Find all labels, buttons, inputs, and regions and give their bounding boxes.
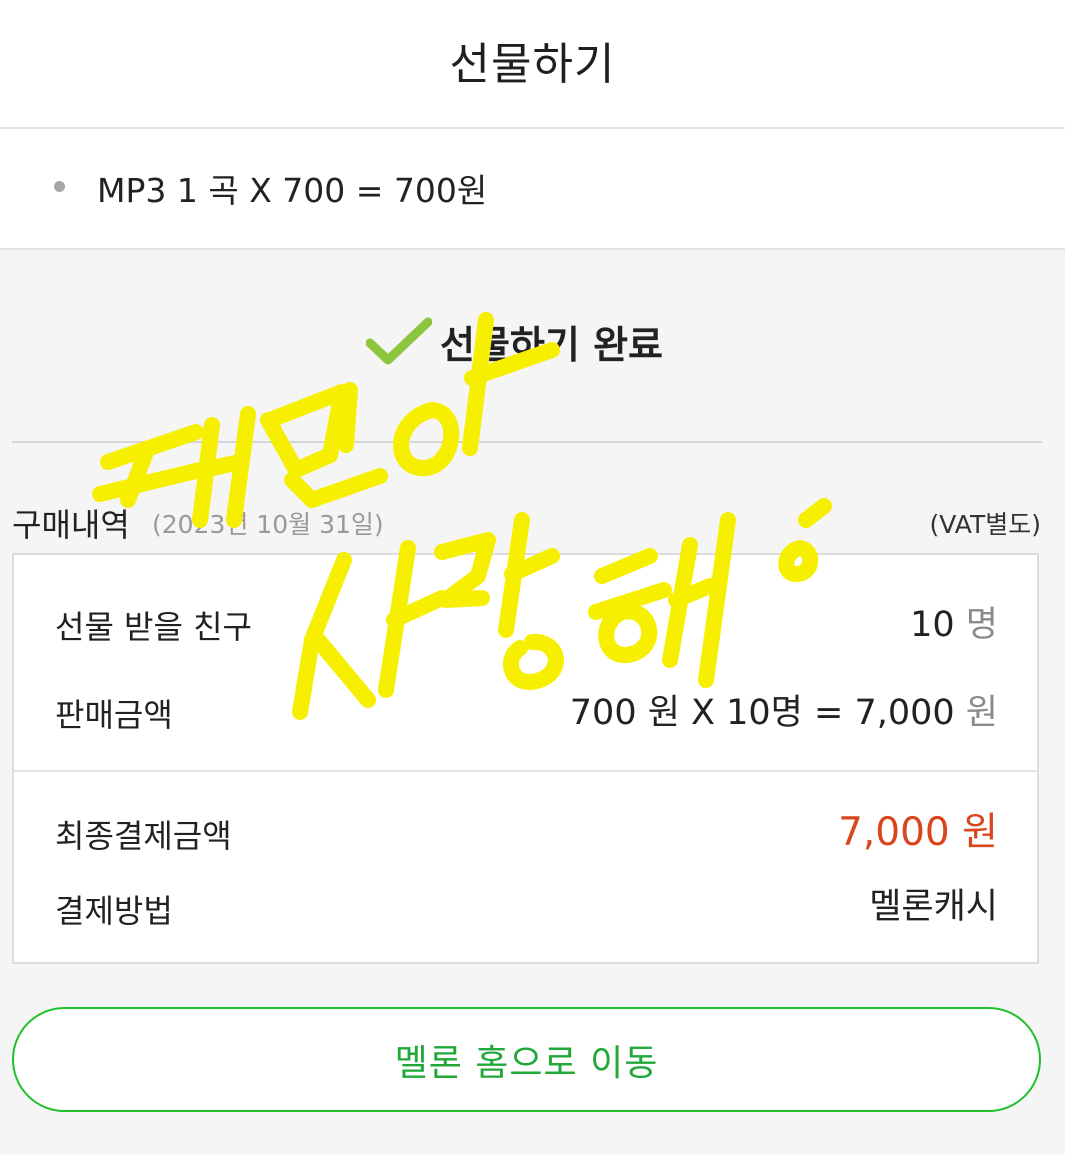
vat-note: (VAT별도) bbox=[929, 510, 1041, 539]
page-header: 선물하기 bbox=[0, 0, 1065, 129]
friends-unit: 명 bbox=[965, 605, 998, 645]
payment-method-label: 결제방법 bbox=[55, 892, 173, 930]
friends-value: 10 명 bbox=[910, 596, 998, 647]
sale-price-amount: 700 원 X 10명 = 7,000 bbox=[569, 693, 955, 733]
sale-price-value: 700 원 X 10명 = 7,000 원 bbox=[570, 684, 998, 735]
page-title: 선물하기 bbox=[449, 38, 616, 90]
summary-divider bbox=[14, 770, 1039, 772]
final-price-value: 7,000 원 bbox=[838, 810, 998, 855]
purchase-history-label: 구매내역 bbox=[12, 506, 130, 544]
go-melon-home-button[interactable]: 멜론 홈으로 이동 bbox=[12, 1007, 1041, 1112]
gift-complete-text: 선물하기 완료 bbox=[440, 323, 663, 367]
final-price-label: 최종결제금액 bbox=[55, 817, 232, 855]
bullet-icon bbox=[54, 181, 65, 192]
section-divider bbox=[12, 441, 1042, 443]
go-melon-home-label: 멜론 홈으로 이동 bbox=[394, 1042, 659, 1084]
purchase-date: (2023년 10월 31일) bbox=[152, 510, 384, 539]
friends-count: 10 bbox=[910, 605, 955, 645]
sale-price-label: 판매금액 bbox=[55, 696, 173, 734]
payment-method-value: 멜론캐시 bbox=[869, 887, 998, 927]
check-icon bbox=[365, 317, 433, 371]
sale-price-unit: 원 bbox=[965, 693, 998, 733]
purchase-item-text: MP3 1 곡 X 700 = 700원 bbox=[97, 171, 488, 210]
friends-label: 선물 받을 친구 bbox=[55, 608, 252, 646]
